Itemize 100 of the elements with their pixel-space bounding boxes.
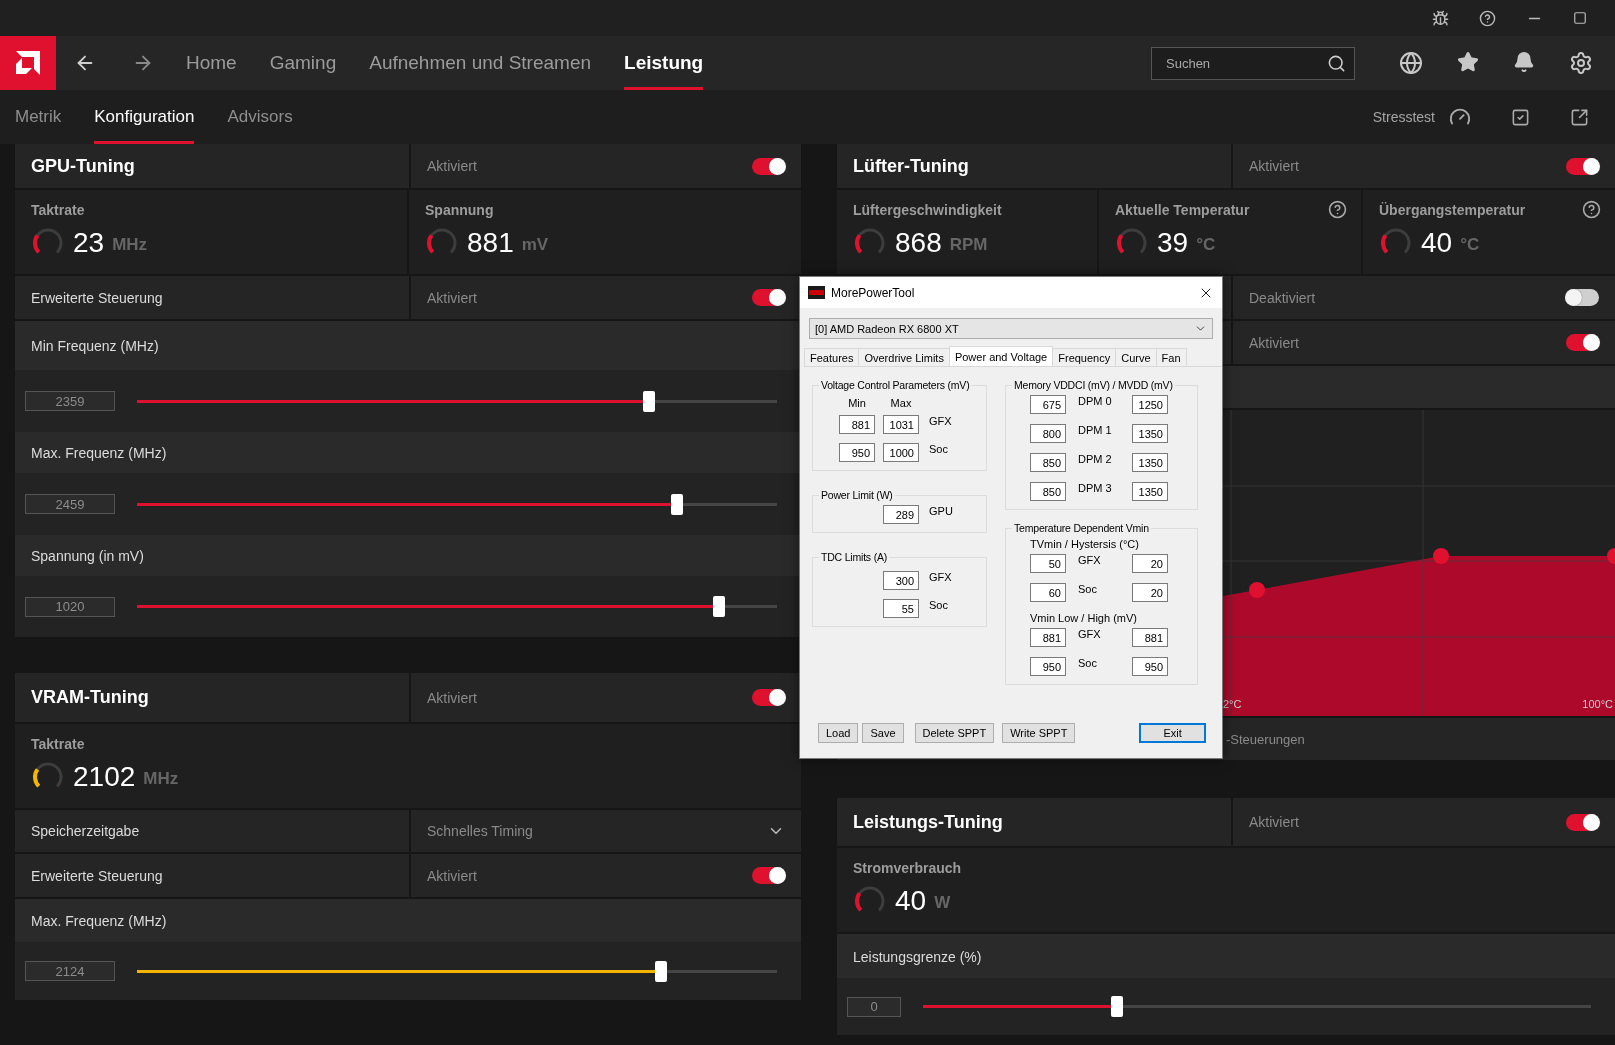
dialog-tab[interactable]: Power and Voltage [948,346,1054,366]
help-icon[interactable] [1328,200,1347,219]
panel-title: Leistungs-Tuning [853,811,1003,833]
toggle-switch[interactable] [1566,289,1599,306]
status-text: Aktiviert [427,158,477,174]
nav-tab[interactable]: Gaming [269,36,337,90]
number-field[interactable]: 1031 [883,415,919,434]
number-field[interactable]: 55 [883,599,919,618]
star-icon[interactable] [1457,51,1479,73]
number-field[interactable]: 20 [1132,554,1168,573]
number-field[interactable]: 1350 [1132,482,1168,501]
value-field[interactable]: 1020 [25,596,115,617]
panel-title: GPU-Tuning [31,155,135,177]
status-text: Aktiviert [427,867,477,884]
number-field[interactable]: 1250 [1132,395,1168,414]
column-header: Max [889,397,913,409]
metric-label: Lüftergeschwindigkeit [853,202,1002,218]
dialog-button[interactable]: Load [818,723,859,743]
nav-tab[interactable]: Home [186,36,237,90]
slider-thumb[interactable] [643,390,655,412]
slider-label: Max. Frequenz (MHz) [31,445,167,461]
timing-dropdown[interactable]: Schnelles Timing [411,810,801,852]
checkbox-icon[interactable] [1511,107,1530,127]
number-field[interactable]: 950 [1030,657,1066,676]
app-icon [808,286,825,299]
dialog-button[interactable]: Write SPPT [1002,723,1076,743]
value-field[interactable]: 0 [847,996,901,1017]
row-label: Erweiterte Steuerung [31,867,163,884]
slider-thumb[interactable] [670,493,683,515]
dialog-button[interactable]: Delete SPPT [914,723,995,743]
number-field[interactable]: 800 [1030,424,1066,443]
panel-title: Lüfter-Tuning [853,155,969,177]
metric-value: 40 [895,885,927,917]
number-field[interactable]: 20 [1132,583,1168,602]
number-field[interactable]: 60 [1030,583,1066,602]
value-field[interactable]: 2359 [25,391,115,411]
help-icon[interactable] [1479,9,1496,27]
number-field[interactable]: 1000 [883,443,919,462]
number-field[interactable]: 881 [1132,628,1168,647]
dialog-tab[interactable]: Fan [1155,348,1187,366]
toggle-switch[interactable] [752,157,785,175]
number-field[interactable]: 675 [1030,395,1066,414]
number-field[interactable]: 850 [1030,453,1066,472]
stresstest-label[interactable]: Stresstest [1372,109,1435,125]
slider-thumb[interactable] [654,960,667,982]
metric-label: Taktrate [31,202,85,218]
bell-icon[interactable] [1513,51,1535,73]
dialog-tab[interactable]: Features [804,348,860,366]
status-text: Aktiviert [427,289,477,306]
axis-label: 2°C [1223,698,1242,710]
field-label: Soc [928,599,948,611]
status-text: Aktiviert [1249,158,1299,174]
number-field[interactable]: 289 [883,505,919,524]
dialog-button[interactable]: Save [862,723,904,743]
toggle-switch[interactable] [1566,334,1599,351]
slider-thumb[interactable] [713,596,726,617]
number-field[interactable]: 950 [1132,657,1168,676]
metric-unit: W [934,893,951,913]
number-field[interactable]: 1350 [1132,453,1168,472]
number-field[interactable]: 881 [1030,628,1066,647]
sub-tab[interactable]: Advisors [227,90,293,144]
number-field[interactable]: 300 [883,571,919,590]
number-field[interactable]: 50 [1030,554,1066,573]
value-field[interactable]: 2459 [25,494,115,514]
field-label: GPU [928,505,953,517]
field-label: GFX [1077,628,1101,640]
nav-tab[interactable]: Aufnehmen und Streamen [369,36,592,90]
search-field[interactable]: Suchen [1151,46,1355,80]
dialog-button[interactable]: Exit [1139,723,1206,743]
globe-icon[interactable] [1399,51,1423,75]
status-text: Aktiviert [1249,334,1299,351]
metric-unit: °C [1196,235,1216,255]
metric-value: 39 [1157,227,1189,259]
settings-icon[interactable] [1569,51,1593,75]
logo[interactable] [0,36,56,90]
number-field[interactable]: 850 [1030,482,1066,501]
value-field[interactable]: 2124 [25,961,115,981]
sub-tab[interactable]: Metrik [15,90,62,144]
toggle-switch[interactable] [752,867,785,884]
metric-unit: °C [1460,235,1480,255]
toggle-switch[interactable] [1566,813,1599,831]
device-dropdown[interactable]: [0] AMD Radeon RX 6800 XT [809,318,1213,339]
row-label: Erweiterte Steuerung [31,289,163,306]
bug-icon[interactable] [1432,9,1449,27]
metric-label: Spannung [425,202,494,218]
dialog-tab[interactable]: Frequency [1052,348,1117,366]
toggle-switch[interactable] [752,689,785,706]
group-title: Voltage Control Parameters (mV) [820,379,971,391]
slider-thumb[interactable] [1110,996,1123,1017]
number-field[interactable]: 1350 [1132,424,1168,443]
toggle-switch[interactable] [1566,157,1599,175]
metric-unit: RPM [949,235,988,255]
metric-value: 868 [895,227,942,259]
number-field[interactable]: 950 [839,443,875,462]
toggle-switch[interactable] [752,289,785,306]
maximize-icon[interactable] [1573,11,1587,25]
search-icon[interactable] [1327,53,1346,73]
export-icon[interactable] [1570,107,1589,127]
number-field[interactable]: 881 [839,415,875,434]
help-icon[interactable] [1582,200,1601,219]
